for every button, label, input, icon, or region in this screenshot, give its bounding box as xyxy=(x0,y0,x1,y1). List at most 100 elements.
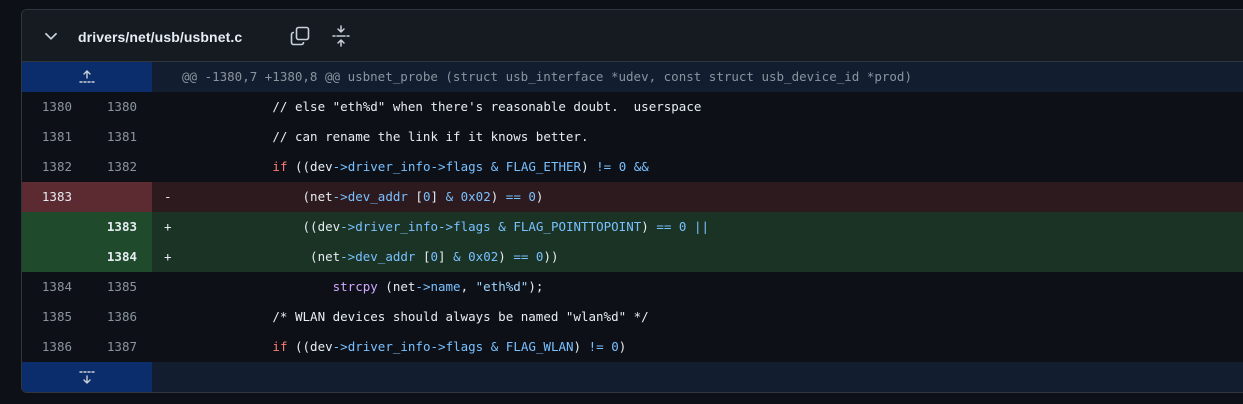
code-token: & xyxy=(445,189,454,204)
code-token: -> xyxy=(340,219,356,234)
code-token: // can rename the link if it knows bette… xyxy=(152,129,589,144)
hunk-gutter xyxy=(22,62,152,92)
code-token: || xyxy=(693,219,710,234)
code-line: /* WLAN devices should always be named "… xyxy=(152,302,1243,332)
old-line-number[interactable]: 1383 xyxy=(22,182,72,212)
code-token: driver_info xyxy=(347,159,431,174)
code-token: ); xyxy=(528,279,544,294)
code-token: && xyxy=(633,159,649,174)
file-path[interactable]: drivers/net/usb/usbnet.c xyxy=(78,29,242,45)
old-line-number[interactable]: 1385 xyxy=(22,302,72,332)
code-token: ) xyxy=(641,219,657,234)
code-token: 0 xyxy=(430,249,439,264)
code-token: ) xyxy=(581,159,597,174)
code-token: ] xyxy=(430,189,446,204)
code-token: -> xyxy=(415,279,431,294)
code-token: ((dev xyxy=(152,219,341,234)
new-line-number[interactable]: 1380 xyxy=(87,92,137,122)
code-line: // can rename the link if it knows bette… xyxy=(152,122,1243,152)
code-token: "eth%d" xyxy=(475,279,529,294)
code-token: -> xyxy=(340,249,356,264)
code-token: flags xyxy=(445,339,484,354)
code-token: flags xyxy=(445,159,484,174)
code-token: -> xyxy=(430,339,446,354)
code-token: == xyxy=(656,219,672,234)
new-line-number[interactable]: 1384 xyxy=(87,242,137,272)
code-token: // else "eth%d" when there's reasonable … xyxy=(152,99,702,114)
code-token: /* WLAN devices should always be named "… xyxy=(152,309,649,324)
code-token: strcpy xyxy=(332,279,378,294)
code-token: -> xyxy=(438,219,454,234)
old-line-number[interactable]: 1381 xyxy=(22,122,72,152)
context-line: 1386 1387 if ((dev->driver_info->flags & … xyxy=(22,332,1243,362)
old-line-number[interactable]: 1380 xyxy=(22,92,72,122)
code-token: -> xyxy=(332,189,348,204)
code-token: ) xyxy=(573,339,589,354)
code-token: 0x02 xyxy=(460,189,491,204)
code-token: FLAG_ETHER xyxy=(505,159,582,174)
new-line-number[interactable]: 1386 xyxy=(87,302,137,332)
code-token: ) xyxy=(618,339,627,354)
new-line-number[interactable]: 1387 xyxy=(87,332,137,362)
code-token: 0 xyxy=(528,189,536,204)
code-token: driver_info xyxy=(347,339,431,354)
diff-file: drivers/net/usb/usbnet.c @@ -1380,7 +138… xyxy=(21,9,1243,393)
code-line: if ((dev->driver_info->flags & FLAG_ETHE… xyxy=(152,152,1243,182)
hunk-footer-gutter xyxy=(22,362,152,392)
code-line: ((dev->driver_info->flags & FLAG_POINTTO… xyxy=(152,212,1243,242)
hunk-header: @@ -1380,7 +1380,8 @@ usbnet_probe (stru… xyxy=(182,69,912,84)
diff-lines: 1380 1380 // else "eth%d" when there's re… xyxy=(22,92,1243,362)
code-line: (net->dev_addr [0] & 0x02) == 0) xyxy=(152,182,1243,212)
code-token: == xyxy=(505,189,521,204)
expand-down-icon[interactable] xyxy=(79,368,95,386)
new-line-number[interactable]: 1382 xyxy=(87,152,137,182)
code-line: strcpy (net->name, "eth%d"); xyxy=(152,272,1243,302)
code-token: ) xyxy=(498,249,514,264)
code-token: == xyxy=(513,249,529,264)
new-line-number[interactable]: 1385 xyxy=(87,272,137,302)
code-token: != xyxy=(596,159,612,174)
new-line-number[interactable] xyxy=(87,182,137,212)
new-line-number[interactable]: 1383 xyxy=(87,212,137,242)
code-token: (net xyxy=(152,249,341,264)
context-line: 1382 1382 if ((dev->driver_info->flags & … xyxy=(22,152,1243,182)
code-token: driver_info xyxy=(355,219,439,234)
code-token: )) xyxy=(543,249,559,264)
code-token: 0 xyxy=(422,189,431,204)
context-line: 1381 1381 // can rename the link if it kn… xyxy=(22,122,1243,152)
old-line-number[interactable] xyxy=(22,242,72,272)
added-line: 1383 + ((dev->driver_info->flags & FLAG_P… xyxy=(22,212,1243,242)
old-line-number[interactable]: 1386 xyxy=(22,332,72,362)
code-token: ((dev xyxy=(287,339,333,354)
code-token: ] xyxy=(438,249,454,264)
old-line-number[interactable]: 1382 xyxy=(22,152,72,182)
code-token: -> xyxy=(332,339,348,354)
code-token: flags xyxy=(453,219,491,234)
code-token: if xyxy=(272,159,288,174)
old-line-number[interactable] xyxy=(22,212,72,242)
code-token: -> xyxy=(430,159,446,174)
code-token: if xyxy=(272,339,288,354)
new-line-number[interactable]: 1381 xyxy=(87,122,137,152)
chevron-down-icon[interactable] xyxy=(42,27,60,45)
expand-up-icon[interactable] xyxy=(79,68,95,86)
copy-icon[interactable] xyxy=(289,25,311,47)
code-token: & xyxy=(453,249,461,264)
hunk-header-row: @@ -1380,7 +1380,8 @@ usbnet_probe (stru… xyxy=(22,62,1243,92)
context-line: 1384 1385 strcpy (net->name, "eth%d"); xyxy=(22,272,1243,302)
code-token: ((dev xyxy=(287,159,333,174)
context-line: 1380 1380 // else "eth%d" when there's re… xyxy=(22,92,1243,122)
old-line-number[interactable]: 1384 xyxy=(22,272,72,302)
file-header: drivers/net/usb/usbnet.c xyxy=(22,10,1243,62)
unfold-icon[interactable] xyxy=(330,24,352,48)
code-token: & xyxy=(498,219,506,234)
